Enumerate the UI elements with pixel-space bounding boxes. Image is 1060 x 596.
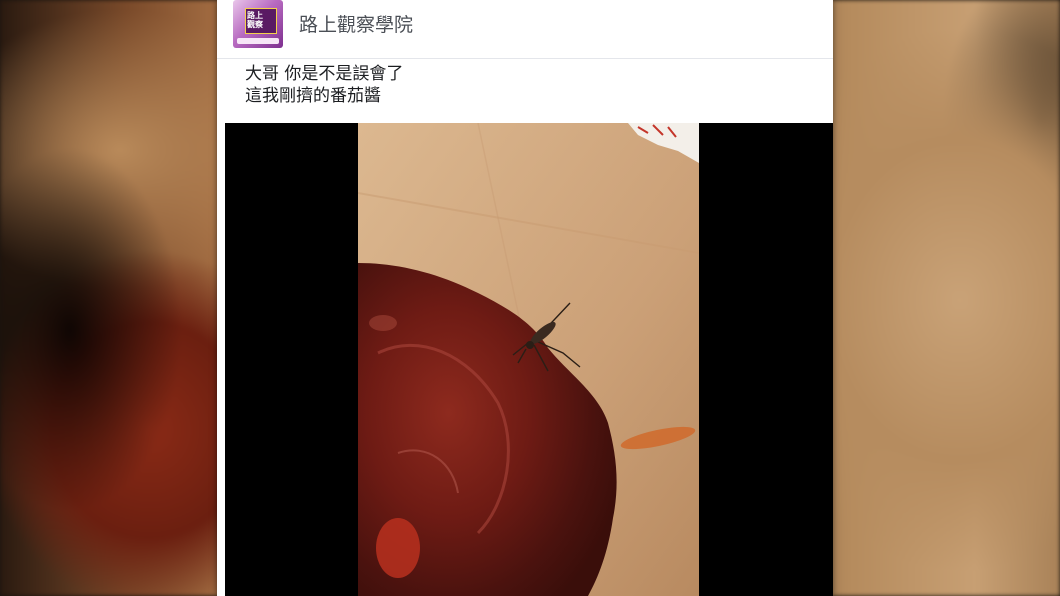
post-message-line: 這我剛擠的番茄醬 <box>245 86 381 106</box>
video-frame-image <box>358 123 699 596</box>
social-post-card: 路上 觀察 路上觀察學院 大哥 你是不是誤會了 這我剛擠的番茄醬 <box>217 0 833 596</box>
avatar-logo-strip <box>237 38 279 44</box>
page-name-link[interactable]: 路上觀察學院 <box>299 10 413 37</box>
screenshot-stage: 路上 觀察 路上觀察學院 大哥 你是不是誤會了 這我剛擠的番茄醬 <box>0 0 1060 596</box>
page-avatar[interactable]: 路上 觀察 <box>233 0 283 48</box>
post-message: 大哥 你是不是誤會了 這我剛擠的番茄醬 <box>245 63 403 107</box>
ketchup-mosquito-photo <box>358 123 699 596</box>
video-player[interactable] <box>225 123 833 596</box>
post-message-line: 大哥 你是不是誤會了 <box>245 64 404 84</box>
post-header: 路上 觀察 路上觀察學院 <box>217 0 833 59</box>
avatar-logo-text: 路上 觀察 <box>247 11 263 29</box>
